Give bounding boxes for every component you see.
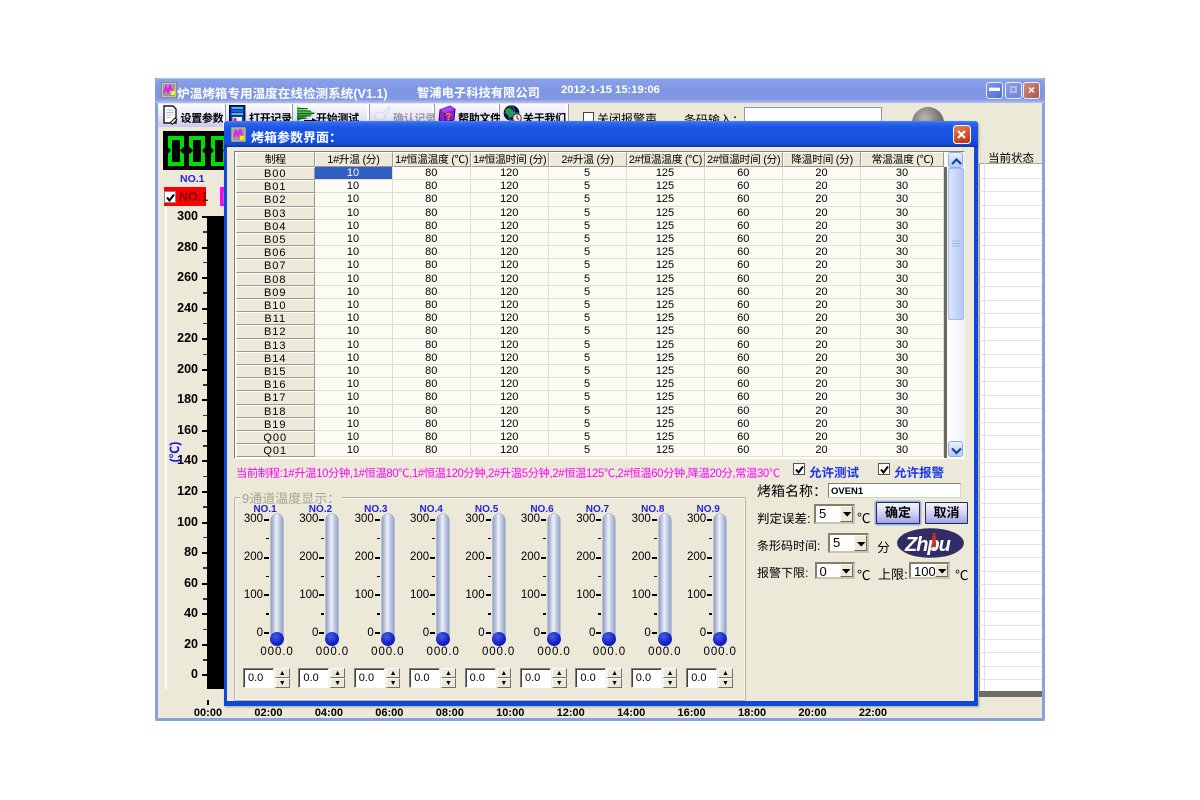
svg-text:Zhpu: Zhpu xyxy=(904,534,951,556)
